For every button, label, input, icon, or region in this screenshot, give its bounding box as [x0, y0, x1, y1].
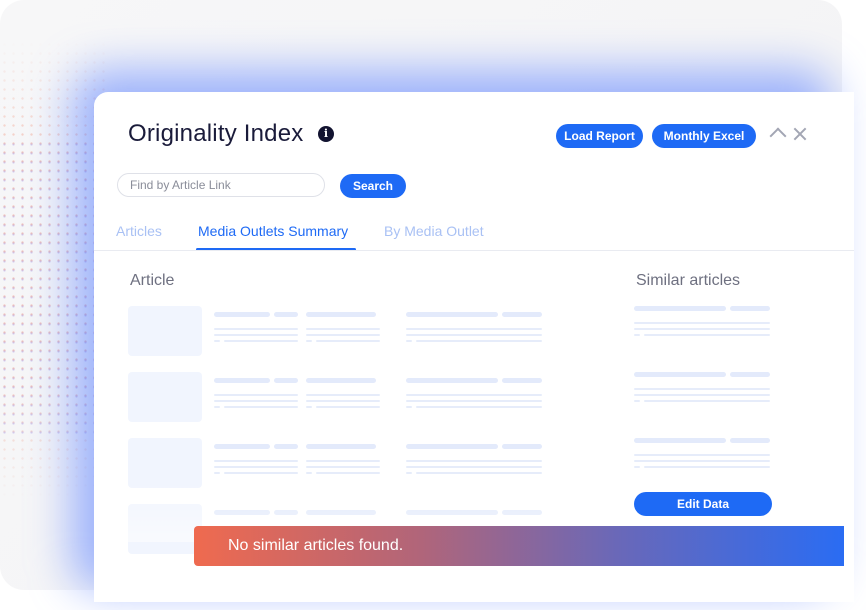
skeleton-line [306, 340, 312, 342]
skeleton-line [634, 306, 726, 311]
skeleton-line [406, 378, 498, 383]
info-icon[interactable]: i [318, 126, 334, 142]
skeleton-line [214, 466, 298, 468]
skeleton-line [316, 340, 380, 342]
skeleton-line [634, 372, 726, 377]
skeleton-line [730, 306, 770, 311]
skeleton-line [406, 394, 542, 396]
skeleton-line [406, 340, 412, 342]
skeleton-line [214, 394, 298, 396]
skeleton-line [416, 340, 542, 342]
skeleton-line [306, 394, 380, 396]
skeleton-line [634, 460, 770, 462]
no-results-toast: No similar articles found. [194, 526, 844, 566]
skeleton-line [416, 406, 542, 408]
skeleton-line [634, 334, 640, 336]
skeleton-line [274, 312, 298, 317]
skeleton-line [406, 444, 498, 449]
load-report-button[interactable]: Load Report [556, 124, 643, 148]
skeleton-line [306, 334, 380, 336]
skeleton-line [214, 444, 270, 449]
skeleton-line [644, 466, 770, 468]
tab-divider [94, 250, 854, 251]
skeleton-line [224, 406, 298, 408]
skeleton-line [406, 400, 542, 402]
close-icon[interactable] [792, 126, 808, 142]
skeleton-line [306, 466, 380, 468]
article-column-header: Article [130, 272, 175, 289]
edit-data-button[interactable]: Edit Data [634, 492, 772, 516]
monthly-excel-button[interactable]: Monthly Excel [652, 124, 756, 148]
skeleton-line [306, 328, 380, 330]
skeleton-line [274, 444, 298, 449]
skeleton-line [306, 472, 312, 474]
skeleton-line [306, 460, 380, 462]
skeleton-line [214, 472, 220, 474]
skeleton-line [730, 372, 770, 377]
skeleton-line [406, 312, 498, 317]
skeleton-line [274, 378, 298, 383]
skeleton-line [316, 472, 380, 474]
skeleton-line [634, 322, 770, 324]
skeleton-line [634, 394, 770, 396]
search-button[interactable]: Search [340, 174, 406, 198]
skeleton-line [406, 466, 542, 468]
stage: Originality Index i Load Report Monthly … [0, 0, 866, 610]
skeleton-line [730, 438, 770, 443]
skeleton-line [634, 438, 726, 443]
skeleton-line [306, 312, 376, 317]
skeleton-line [316, 406, 380, 408]
tab-articles[interactable]: Articles [116, 223, 162, 239]
skeleton-line [406, 328, 542, 330]
similar-articles-column-header: Similar articles [636, 272, 741, 289]
skeleton-line [406, 472, 412, 474]
skeleton-line [214, 400, 298, 402]
skeleton-line [406, 406, 412, 408]
skeleton-line [406, 460, 542, 462]
skeleton-line [502, 378, 542, 383]
skeleton-line [214, 328, 298, 330]
skeleton-line [644, 334, 770, 336]
chevron-up-icon[interactable] [769, 127, 787, 145]
skeleton-line [306, 406, 312, 408]
article-thumbnail-placeholder [128, 372, 202, 422]
skeleton-line [502, 312, 542, 317]
skeleton-line [634, 466, 640, 468]
tab-by-media-outlet[interactable]: By Media Outlet [384, 223, 484, 239]
skeleton-line [634, 388, 770, 390]
skeleton-line [224, 340, 298, 342]
article-thumbnail-placeholder [128, 438, 202, 488]
article-thumbnail-placeholder [128, 306, 202, 356]
skeleton-line [634, 454, 770, 456]
skeleton-line [214, 312, 270, 317]
skeleton-line [644, 400, 770, 402]
tab-media-outlets-summary[interactable]: Media Outlets Summary [198, 223, 348, 239]
skeleton-line [306, 400, 380, 402]
skeleton-line [306, 444, 376, 449]
dialog-title: Originality Index [128, 120, 304, 147]
skeleton-line [214, 460, 298, 462]
skeleton-line [214, 334, 298, 336]
skeleton-line [214, 378, 270, 383]
skeleton-line [634, 328, 770, 330]
skeleton-line [224, 472, 298, 474]
skeleton-line [214, 340, 220, 342]
article-link-search-input[interactable] [117, 173, 325, 197]
skeleton-line [416, 472, 542, 474]
skeleton-line [634, 400, 640, 402]
skeleton-line [214, 406, 220, 408]
skeleton-line [306, 378, 376, 383]
skeleton-line [502, 444, 542, 449]
skeleton-line [406, 334, 542, 336]
